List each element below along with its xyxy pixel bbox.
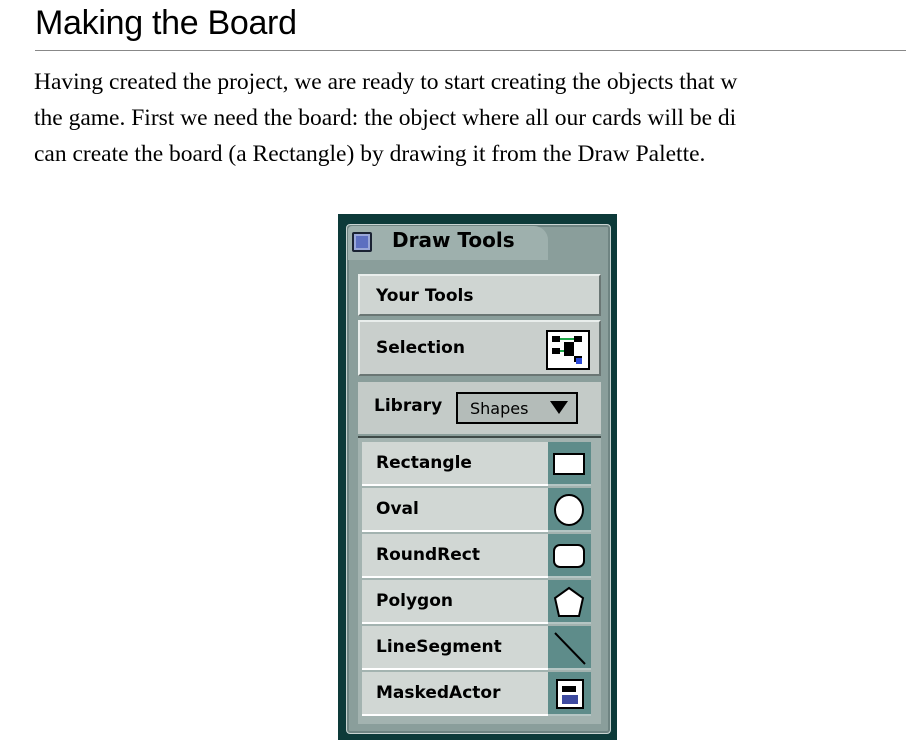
- shape-tool-list: Rectangle Oval RoundRect Polygon LineSeg…: [358, 436, 601, 724]
- tool-row-roundrect[interactable]: RoundRect: [362, 534, 548, 578]
- roundrect-icon[interactable]: [548, 534, 591, 578]
- tool-row-oval[interactable]: Oval: [362, 488, 548, 532]
- masked-actor-icon[interactable]: [548, 672, 591, 716]
- rectangle-icon[interactable]: [548, 442, 591, 486]
- heading-rule: [35, 50, 906, 51]
- draw-tools-palette: Draw Tools Your Tools Selection Library …: [338, 214, 617, 740]
- palette-title: Draw Tools: [392, 228, 515, 252]
- paragraph-line: the game. First we need the board: the o…: [34, 105, 737, 131]
- library-row: Library Shapes: [358, 382, 601, 434]
- selection-icon: [546, 330, 590, 370]
- intro-paragraph: Having created the project, we are ready…: [34, 64, 906, 172]
- dropdown-arrow-icon: [550, 401, 568, 414]
- close-box-icon[interactable]: [352, 232, 372, 252]
- tool-label: Polygon: [376, 591, 453, 611]
- tool-row-maskedactor[interactable]: MaskedActor: [362, 672, 548, 716]
- paragraph-line: can create the board (a Rectangle) by dr…: [34, 141, 706, 167]
- tool-label: Rectangle: [376, 453, 472, 473]
- polygon-icon[interactable]: [548, 580, 591, 624]
- your-tools-label: Your Tools: [376, 286, 474, 306]
- your-tools-header[interactable]: Your Tools: [358, 274, 601, 316]
- tool-row-polygon[interactable]: Polygon: [362, 580, 548, 624]
- library-select-value: Shapes: [470, 398, 529, 418]
- tool-label: LineSegment: [376, 637, 502, 657]
- selection-tool[interactable]: Selection: [358, 320, 601, 376]
- library-label: Library: [374, 396, 443, 416]
- paragraph-line: Having created the project, we are ready…: [34, 69, 738, 95]
- library-select[interactable]: Shapes: [456, 392, 578, 424]
- selection-label: Selection: [376, 338, 465, 358]
- oval-icon[interactable]: [548, 488, 591, 532]
- line-segment-icon[interactable]: [548, 626, 591, 670]
- tool-label: Oval: [376, 499, 419, 519]
- tool-row-rectangle[interactable]: Rectangle: [362, 442, 548, 486]
- tool-label: MaskedActor: [376, 683, 501, 703]
- page-title: Making the Board: [35, 4, 297, 42]
- tool-row-linesegment[interactable]: LineSegment: [362, 626, 548, 670]
- tool-label: RoundRect: [376, 545, 480, 565]
